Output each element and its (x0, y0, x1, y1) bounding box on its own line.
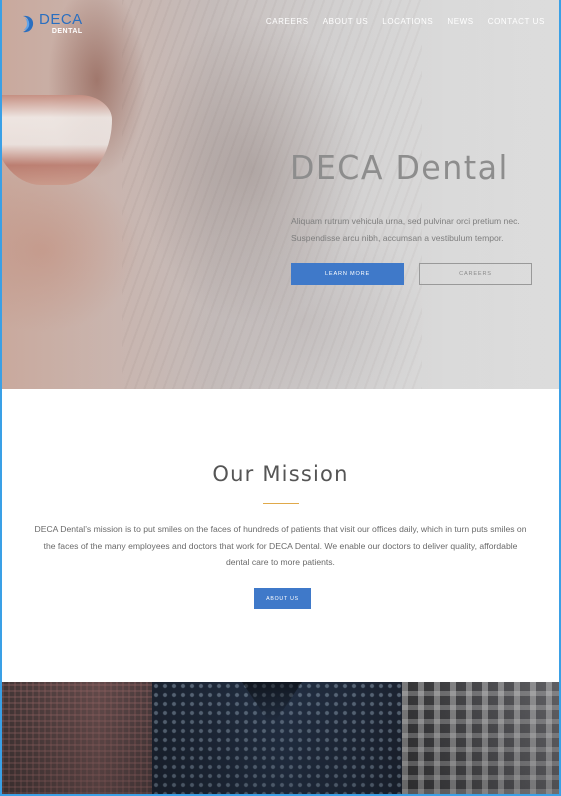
nav-locations[interactable]: LOCATIONS (382, 17, 433, 26)
about-us-button[interactable]: ABOUT US (254, 588, 311, 609)
page-frame: DECA DENTAL CAREERS ABOUT US LOCATIONS N… (0, 0, 561, 796)
mission-text: DECA Dental’s mission is to put smiles o… (34, 524, 527, 567)
nav-news[interactable]: NEWS (447, 17, 473, 26)
photo-shade (2, 682, 559, 794)
mission-section: Our Mission DECA Dental’s mission is to … (2, 389, 559, 682)
hero-overlay (2, 0, 559, 389)
logo-primary-text: DECA (39, 11, 83, 28)
hero-section: DECA DENTAL CAREERS ABOUT US LOCATIONS N… (2, 0, 559, 389)
nav-contact-us[interactable]: CONTACT US (488, 17, 545, 26)
hero-title: DECA Dental (290, 148, 509, 187)
tooth-logo-icon (20, 14, 36, 34)
hero-description: Aliquam rutrum vehicula urna, sed pulvin… (291, 216, 520, 243)
logo-secondary-text: DENTAL (51, 28, 83, 35)
nav-about-us[interactable]: ABOUT US (323, 17, 369, 26)
careers-button[interactable]: CAREERS (419, 263, 532, 285)
mission-divider (263, 503, 299, 504)
team-photo-section (2, 682, 559, 794)
learn-more-button[interactable]: LEARN MORE (291, 263, 404, 285)
main-nav: CAREERS ABOUT US LOCATIONS NEWS CONTACT … (266, 17, 545, 26)
mission-title: Our Mission (212, 462, 349, 486)
nav-careers[interactable]: CAREERS (266, 17, 309, 26)
brand-logo[interactable]: DECA DENTAL (20, 12, 83, 35)
